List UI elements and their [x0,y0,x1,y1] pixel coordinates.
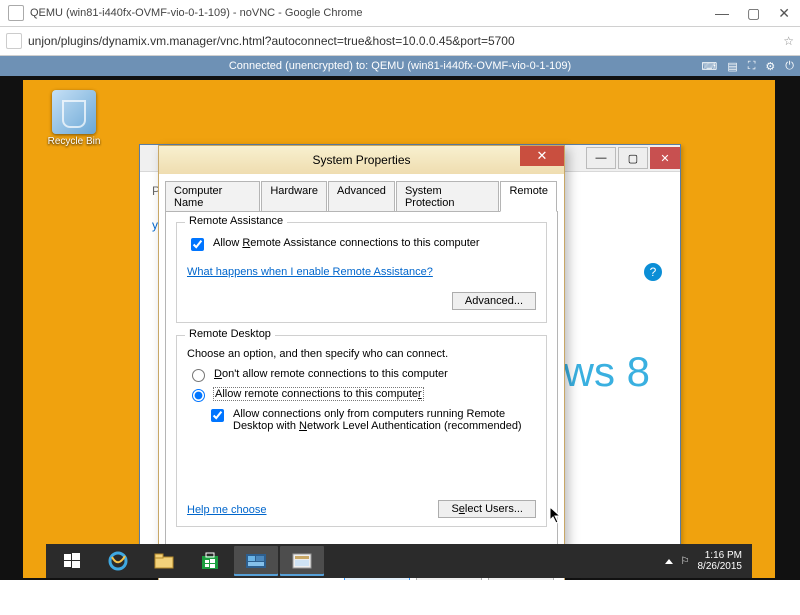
taskbar-clock[interactable]: 1:16 PM 8/26/2015 [698,550,743,572]
nla-checkbox[interactable]: Allow connections only from computers ru… [207,408,536,432]
dialog-titlebar[interactable]: System Properties ✕ [159,146,564,174]
novnc-keyboard-icon[interactable]: ⌨ [701,60,717,73]
panel-minimize-button[interactable]: — [586,147,616,169]
allow-remote-assistance-input[interactable] [191,238,204,251]
system-properties-dialog: System Properties ✕ Computer Name Hardwa… [158,145,565,604]
allow-connections-radio-input[interactable] [192,389,205,402]
recycle-bin[interactable]: Recycle Bin [41,90,107,147]
tab-advanced[interactable]: Advanced [328,181,395,212]
tab-computer-name[interactable]: Computer Name [165,181,260,212]
dialog-tabs: Computer Name Hardware Advanced System P… [159,174,564,211]
select-users-button[interactable]: Select Users... [438,500,536,518]
clock-date: 8/26/2015 [698,561,743,572]
ie-taskbar-button[interactable] [96,546,140,576]
remote-assistance-advanced-button[interactable]: Advanced... [452,292,536,310]
tray-overflow-icon[interactable] [665,559,673,564]
nla-checkbox-input[interactable] [211,409,224,422]
novnc-disconnect-icon[interactable]: ⏻ [785,60,794,73]
action-center-icon[interactable]: ⚐ [681,556,690,567]
panel-maximize-button[interactable]: ▢ [618,147,648,169]
windows-taskbar: ⚐ 1:16 PM 8/26/2015 [46,544,752,578]
novnc-clipboard-icon[interactable]: ▤ [727,60,737,73]
browser-tab[interactable]: QEMU (win81-i440fx-OVMF-vio-0-1-109) - n… [0,1,371,25]
remote-assistance-group: Remote Assistance Allow Remote Assistanc… [176,222,547,323]
store-taskbar-button[interactable] [188,546,232,576]
remote-assistance-help-link[interactable]: What happens when I enable Remote Assist… [187,266,433,278]
allow-connections-radio[interactable]: Allow remote connections to this compute… [187,388,536,402]
dont-allow-radio[interactable]: Don't allow remote connections to this c… [187,368,536,382]
tab-title: QEMU (win81-i440fx-OVMF-vio-0-1-109) - n… [30,7,363,19]
bookmark-star-icon[interactable]: ☆ [783,34,794,48]
minimize-icon[interactable]: — [715,5,729,22]
remote-assistance-legend: Remote Assistance [185,215,287,227]
novnc-status-bar: Connected (unencrypted) to: QEMU (win81-… [0,56,800,76]
allow-remote-assistance-checkbox[interactable]: Allow Remote Assistance connections to t… [187,237,536,254]
remote-desktop-intro: Choose an option, and then specify who c… [187,348,536,360]
dont-allow-label: Don't allow remote connections to this c… [214,368,448,380]
dont-allow-radio-input[interactable] [192,369,205,382]
remote-desktop-viewport: Recycle Bin System — ▢ ✕ Panel your comp… [0,76,800,582]
start-button[interactable] [50,546,94,576]
favicon [8,5,24,21]
tab-remote-page: Remote Assistance Allow Remote Assistanc… [165,211,558,555]
novnc-status-text: Connected (unencrypted) to: QEMU (win81-… [229,60,571,72]
allow-remote-assistance-label: Allow Remote Assistance connections to t… [213,237,480,249]
windows8-logo-text: ws 8 [564,348,650,396]
recycle-bin-label: Recycle Bin [41,136,107,147]
remote-desktop-group: Remote Desktop Choose an option, and the… [176,335,547,527]
clock-time: 1:16 PM [698,550,743,561]
system-properties-taskbar-button[interactable] [280,546,324,576]
address-bar[interactable]: unjon/plugins/dynamix.vm.manager/vnc.htm… [0,27,800,56]
novnc-fullscreen-icon[interactable]: ⛶ [748,60,756,73]
novnc-settings-icon[interactable]: ⚙ [765,60,775,73]
help-me-choose-link[interactable]: Help me choose [187,504,267,516]
system-tray: ⚐ 1:16 PM 8/26/2015 [665,550,748,572]
page-bottom-blank [0,580,800,615]
remote-desktop-legend: Remote Desktop [185,328,275,340]
browser-titlebar: QEMU (win81-i440fx-OVMF-vio-0-1-109) - n… [0,0,800,27]
nla-label: Allow connections only from computers ru… [233,408,536,432]
dialog-title: System Properties [312,153,410,167]
tab-remote[interactable]: Remote [500,181,557,212]
url-text: unjon/plugins/dynamix.vm.manager/vnc.htm… [28,34,515,48]
dialog-close-button[interactable]: ✕ [520,146,564,166]
control-panel-taskbar-button[interactable] [234,546,278,576]
maximize-icon[interactable]: ▢ [747,5,760,22]
tab-hardware[interactable]: Hardware [261,181,327,212]
windows-desktop[interactable]: Recycle Bin System — ▢ ✕ Panel your comp… [23,80,775,578]
tab-system-protection[interactable]: System Protection [396,181,500,212]
file-icon [6,33,22,49]
recycle-bin-icon [52,90,96,134]
explorer-taskbar-button[interactable] [142,546,186,576]
panel-close-button[interactable]: ✕ [650,147,680,169]
close-icon[interactable]: ✕ [778,5,790,22]
help-icon[interactable]: ? [644,263,662,281]
allow-connections-label: Allow remote connections to this compute… [214,388,423,400]
